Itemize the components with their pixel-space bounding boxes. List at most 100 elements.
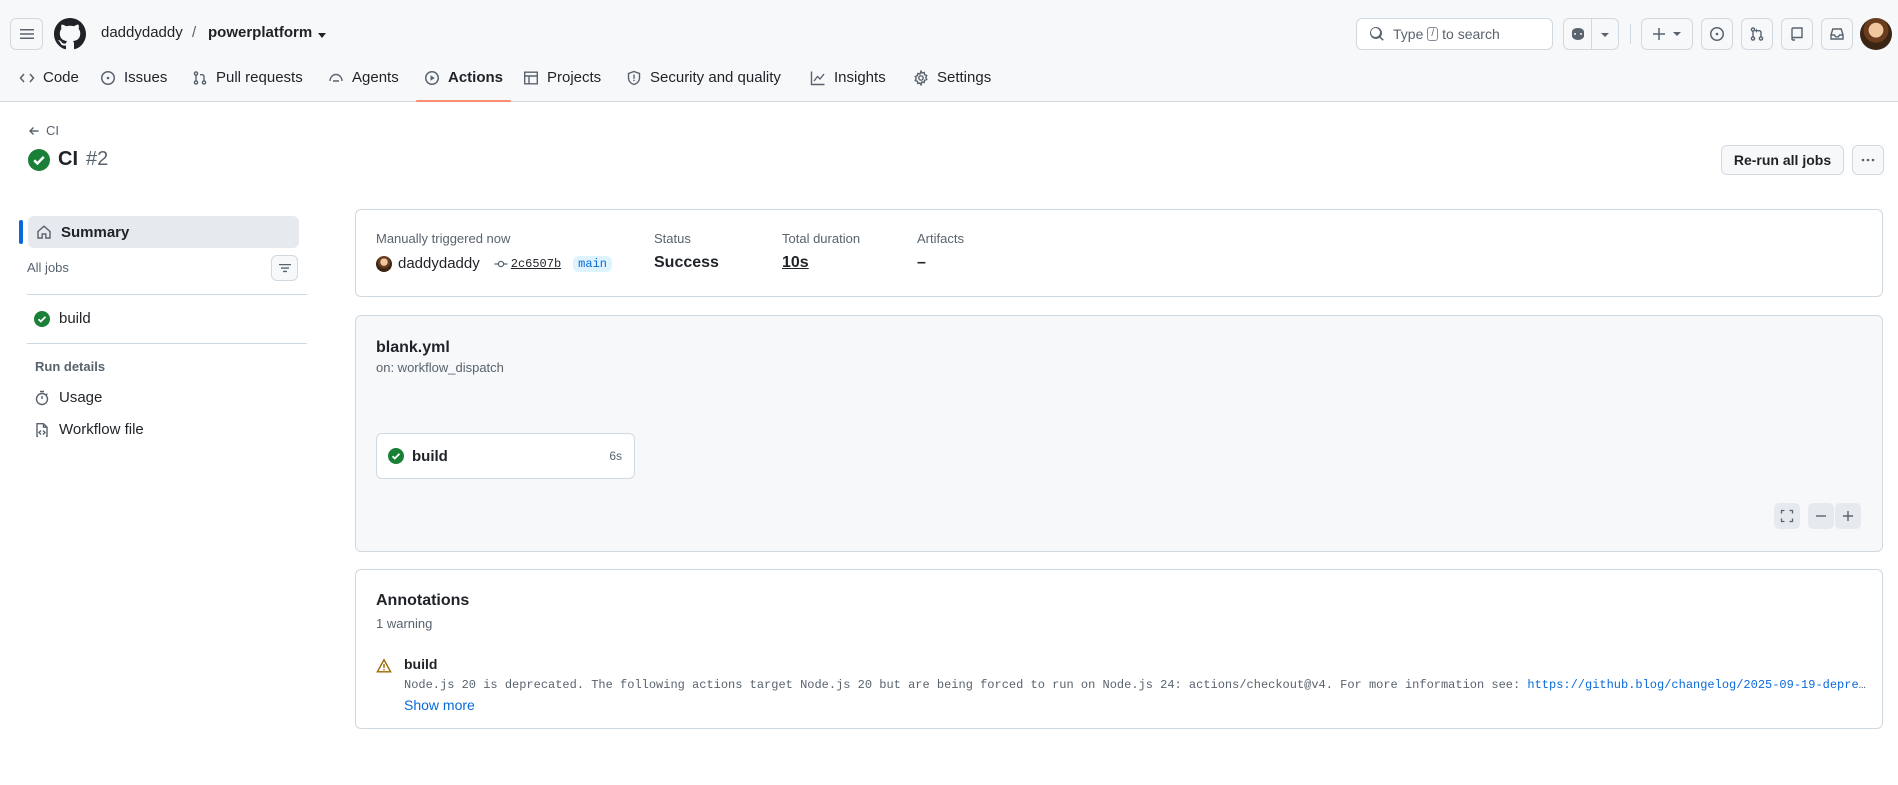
tab-label: Security and quality (650, 69, 781, 86)
copilot-button[interactable] (1563, 18, 1619, 50)
tab-label: Pull requests (216, 69, 303, 86)
sidebar-item-label: Usage (59, 389, 103, 406)
tab-actions[interactable]: Actions (415, 68, 512, 102)
arrow-left-icon (29, 126, 39, 135)
shield-icon (627, 70, 641, 86)
sidebar-item-workflow-file[interactable]: Workflow file (34, 421, 144, 438)
tab-insights[interactable]: Insights (810, 68, 886, 102)
all-jobs-heading: All jobs (27, 260, 69, 275)
actor-avatar[interactable] (376, 255, 392, 272)
stopwatch-icon (35, 390, 49, 405)
filter-jobs-button[interactable] (271, 255, 298, 281)
pull-requests-button[interactable] (1741, 18, 1773, 50)
trigger-actor: daddydaddy 2c6507b main (376, 255, 612, 272)
tab-code[interactable]: Code (19, 68, 79, 102)
table-icon (524, 71, 538, 85)
kebab-horizontal-icon (1861, 158, 1875, 162)
top-bar: daddydaddy / powerplatform Type / to sea… (0, 0, 1898, 68)
selected-indicator (19, 220, 23, 244)
trigger-label: Manually triggered now (376, 231, 511, 246)
job-duration: 6s (609, 449, 622, 463)
tab-issues[interactable]: Issues (100, 68, 167, 102)
file-code-icon (36, 422, 48, 437)
zoom-in-button[interactable] (1835, 503, 1861, 529)
chevron-down-icon[interactable] (1600, 31, 1610, 39)
sidebar-item-usage[interactable]: Usage (34, 389, 102, 406)
back-label: CI (46, 123, 59, 138)
tab-label: Actions (448, 69, 504, 86)
copilot-divider (1591, 19, 1592, 49)
create-new-button[interactable] (1641, 18, 1693, 50)
graph-icon (810, 71, 825, 86)
job-card-build[interactable]: build 6s (376, 433, 635, 479)
tab-projects[interactable]: Projects (523, 68, 601, 102)
repositories-button[interactable] (1781, 18, 1813, 50)
tab-label: Settings (937, 69, 992, 86)
copilot-icon (1572, 28, 1584, 40)
notifications-button[interactable] (1821, 18, 1853, 50)
run-number: #2 (86, 148, 109, 170)
tab-label: Code (43, 69, 79, 86)
annotations-panel: Annotations 1 warning build Node.js 20 i… (355, 569, 1883, 729)
issues-button[interactable] (1701, 18, 1733, 50)
tab-label: Issues (124, 69, 168, 86)
show-more-button[interactable]: Show more (404, 697, 475, 713)
filter-icon (278, 264, 291, 273)
breadcrumb-repo[interactable]: powerplatform (208, 24, 312, 41)
breadcrumb-owner[interactable]: daddydaddy (101, 24, 183, 41)
workflow-trigger: on: workflow_dispatch (376, 360, 504, 375)
fullscreen-button[interactable] (1774, 503, 1800, 529)
duration-label: Total duration (782, 231, 861, 246)
play-icon (425, 71, 439, 85)
status-value: Success (654, 254, 719, 271)
tab-agents[interactable]: Agents (328, 68, 399, 102)
hamburger-icon (19, 29, 34, 39)
tab-label: Agents (352, 69, 399, 86)
caret-down-icon[interactable] (316, 30, 328, 40)
menu-button[interactable] (10, 18, 43, 50)
issue-icon (101, 71, 115, 85)
duration-value[interactable]: 10s (782, 254, 809, 272)
annotation-message: Node.js 20 is deprecated. The following … (404, 678, 1869, 692)
annotation-link[interactable]: https://github.blog/changelog/2025-09-19… (1527, 678, 1869, 692)
sidebar-job-build[interactable]: build (34, 310, 91, 327)
tab-security-and-quality[interactable]: Security and quality (626, 68, 781, 102)
gear-icon (914, 70, 928, 86)
check-circle-fill-icon (34, 310, 50, 327)
commit-icon (494, 260, 508, 267)
check-circle-fill-icon (388, 448, 404, 464)
actor-name[interactable]: daddydaddy (398, 255, 480, 272)
inbox-icon (1830, 28, 1844, 40)
home-icon (37, 225, 51, 239)
workflow-graph-panel: blank.yml on: workflow_dispatch build 6s (355, 315, 1883, 552)
sidebar-item-label: Summary (61, 223, 130, 241)
commit-link[interactable]: 2c6507b (494, 257, 561, 271)
job-name: build (412, 447, 448, 465)
pull-request-icon (1750, 27, 1764, 41)
more-options-button[interactable] (1852, 145, 1884, 175)
search-input[interactable]: Type / to search (1356, 18, 1553, 50)
zoom-out-button[interactable] (1808, 503, 1834, 529)
tab-label: Projects (547, 69, 602, 86)
tab-settings[interactable]: Settings (913, 68, 991, 102)
search-placeholder-suffix: to search (1442, 26, 1500, 42)
run-summary-panel: Manually triggered now daddydaddy 2c6507… (355, 209, 1883, 297)
plus-icon (1653, 28, 1665, 40)
tab-pull-requests[interactable]: Pull requests (192, 68, 303, 102)
rerun-all-jobs-button[interactable]: Re-run all jobs (1721, 145, 1844, 175)
branch-badge[interactable]: main (573, 255, 612, 272)
app-header: daddydaddy / powerplatform Type / to sea… (0, 0, 1898, 102)
minus-icon (1816, 515, 1826, 517)
annotation-job[interactable]: build (404, 656, 437, 672)
annotations-title: Annotations (376, 592, 470, 609)
search-shortcut-key: / (1427, 27, 1439, 41)
breadcrumb-separator: / (192, 24, 197, 41)
user-avatar[interactable] (1860, 18, 1892, 50)
code-icon (19, 73, 35, 83)
artifacts-value: – (917, 254, 926, 271)
github-logo-icon[interactable] (54, 18, 86, 50)
tab-label: Insights (834, 69, 886, 86)
status-label: Status (654, 231, 691, 246)
sidebar-item-summary[interactable]: Summary (28, 216, 299, 248)
back-to-workflow-link[interactable]: CI (28, 123, 59, 138)
